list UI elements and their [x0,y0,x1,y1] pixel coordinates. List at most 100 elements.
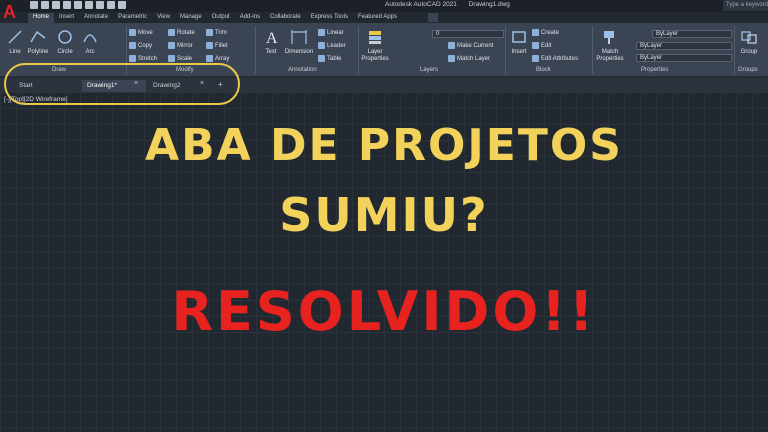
arc-icon [83,34,97,43]
undo-icon[interactable] [96,1,104,9]
print-icon[interactable] [85,1,93,9]
rotate-icon [168,29,175,36]
make-current-icon [448,42,455,49]
insert-label: Insert [511,49,527,55]
layers-icon [369,31,381,44]
properties-panel-label[interactable]: Properties [641,67,668,73]
match-properties-button[interactable]: Match Properties [594,28,624,63]
circle-button[interactable]: Circle [52,28,78,55]
headline-line3: RESOLVIDO!! [171,280,597,343]
tab-annotate[interactable]: Annotate [79,13,113,23]
array-button[interactable]: Array [206,55,229,62]
save-icon[interactable] [52,1,60,9]
tab-home[interactable]: Home [28,13,55,23]
text-button[interactable]: A Text [258,28,284,55]
tab-output[interactable]: Output [207,13,235,23]
table-button[interactable]: Table [318,55,341,62]
headline-line1: ABA DE PROJETOS [145,120,623,171]
stretch-button[interactable]: Stretch [129,55,157,62]
rotate-button[interactable]: Rotate [168,29,195,36]
tab-insert[interactable]: Insert [54,13,79,23]
tab-featured-apps[interactable]: Featured Apps [353,13,402,23]
edit-attributes-icon [532,55,539,62]
stretch-icon [129,55,136,62]
make-current-button[interactable]: Make Current [448,42,493,49]
line-icon [8,30,22,44]
color-select[interactable]: ByLayer [652,30,732,38]
edit-block-icon [532,42,539,49]
panel-divider [592,26,593,74]
tab-highlight-annotation [4,63,240,105]
fillet-icon [206,42,213,49]
tab-manage[interactable]: Manage [175,13,207,23]
mirror-button[interactable]: Mirror [168,42,193,49]
scale-button[interactable]: Scale [168,55,192,62]
tab-add-ins[interactable]: Add-ins [235,13,265,23]
groups-panel-label[interactable]: Groups [738,67,758,73]
copy-button[interactable]: Copy [129,42,152,49]
redo-icon[interactable] [107,1,115,9]
line-label: Line [9,49,21,55]
tab-view[interactable]: View [152,13,175,23]
dimension-icon [291,30,307,44]
create-block-button[interactable]: Create [532,29,559,36]
trim-icon [206,29,213,36]
window-title: Autodesk AutoCAD 2021 Drawing1.dwg [385,1,520,8]
web-icon[interactable] [74,1,82,9]
leader-button[interactable]: Leader [318,42,346,49]
layer-properties-button[interactable]: Layer Properties [360,28,390,63]
save-as-icon[interactable] [63,1,71,9]
group-button[interactable]: Group [736,28,762,55]
arc-label: Arc [85,49,95,55]
share-icon[interactable] [118,1,126,9]
ribbon-tab-bar: Home Insert Annotate Parametric View Manage Ou… [28,13,402,23]
scale-icon [168,55,175,62]
ribbon-options-icon[interactable] [428,13,438,22]
polyline-button[interactable]: Polyline [25,28,51,55]
layer-properties-label: Layer Properties [361,49,389,62]
dimension-button[interactable]: Dimension [284,28,314,55]
match-properties-icon [604,31,614,44]
match-properties-label: Match Properties [596,49,624,62]
app-name: Autodesk AutoCAD 2021 [385,1,457,8]
arc-button[interactable]: Arc [77,28,103,55]
linear-button[interactable]: Linear [318,29,344,36]
search-input[interactable]: Type a keyword or [723,0,768,11]
new-file-icon[interactable] [30,1,38,9]
linear-icon [318,29,325,36]
lineweight-select[interactable]: ByLayer [636,54,732,62]
edit-block-button[interactable]: Edit [532,42,551,49]
insert-block-icon [512,31,526,43]
trim-button[interactable]: Trim [206,29,227,36]
open-file-icon[interactable] [41,1,49,9]
linetype-select[interactable]: ByLayer [636,42,732,50]
layer-select[interactable]: 0 [432,30,504,38]
match-layer-icon [448,55,455,62]
headline-line2: SUMIU? [279,188,489,242]
move-button[interactable]: Move [129,29,153,36]
copy-icon [129,42,136,49]
create-block-icon [532,29,539,36]
autocad-logo-icon[interactable]: A [3,1,23,23]
fillet-button[interactable]: Fillet [206,42,228,49]
text-label: Text [265,49,277,55]
svg-text:A: A [266,30,278,46]
block-panel-label[interactable]: Block [536,67,551,73]
array-icon [206,55,213,62]
layers-panel-label[interactable]: Layers [420,67,438,73]
circle-icon [58,30,72,44]
edit-attributes-button[interactable]: Edit Attributes [532,55,578,62]
match-layer-button[interactable]: Match Layer [448,55,490,62]
group-label: Group [740,49,758,55]
file-name: Drawing1.dwg [468,1,510,8]
tab-parametric[interactable]: Parametric [113,13,152,23]
annotation-panel-label[interactable]: Annotation [288,67,317,73]
insert-button[interactable]: Insert [506,28,532,55]
tab-collaborate[interactable]: Collaborate [265,13,306,23]
tab-express-tools[interactable]: Express Tools [306,13,353,23]
circle-label: Circle [57,49,73,55]
table-icon [318,55,325,62]
polyline-icon [30,30,46,43]
quick-access-toolbar [30,1,126,11]
polyline-label: Polyline [27,49,49,55]
